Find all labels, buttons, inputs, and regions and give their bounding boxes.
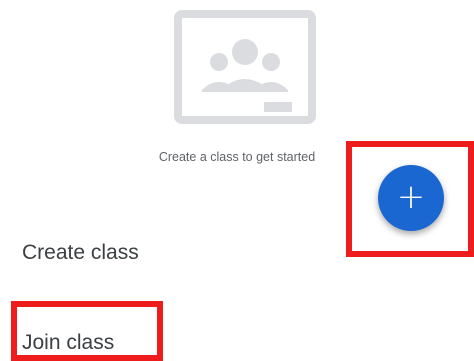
add-class-button[interactable]: +: [378, 165, 444, 231]
join-class-menu-item[interactable]: Join class: [22, 331, 114, 355]
create-class-menu-item[interactable]: Create class: [22, 241, 139, 265]
plus-icon: +: [396, 177, 426, 217]
classroom-board-icon: [174, 10, 316, 124]
